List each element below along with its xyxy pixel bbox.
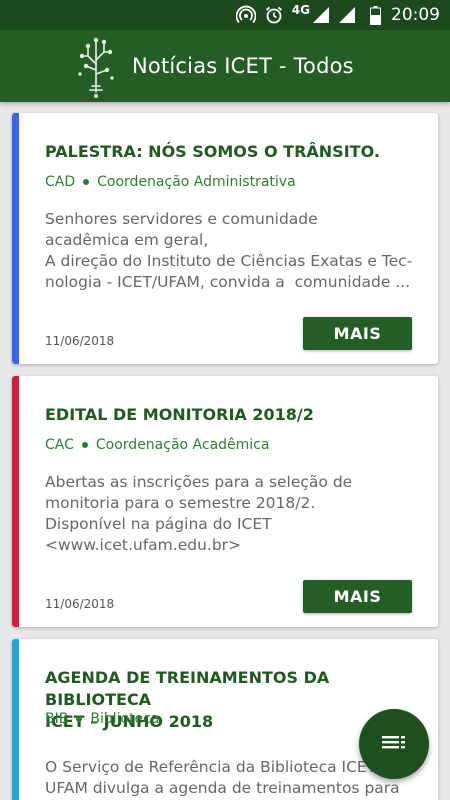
more-button[interactable]: MAIS <box>303 317 412 350</box>
icet-logo <box>78 37 114 98</box>
wifi-signal-icon <box>338 6 356 24</box>
news-excerpt: Abertas as inscrições para a seleção de m… <box>45 473 353 554</box>
filter-fab-button[interactable] <box>359 709 429 779</box>
department-name: Coordenação Acadêmica <box>95 437 270 453</box>
status-bar: 4G 20:09 <box>0 0 450 30</box>
clock: 20:09 <box>391 5 440 25</box>
separator-dot <box>76 716 83 722</box>
news-card[interactable]: EDITAL DE MONITORIA 2018/2 CAC Coordenaç… <box>12 376 438 627</box>
department-code: CAC <box>45 437 74 453</box>
news-feed[interactable]: PALESTRA: NÓS SOMOS O TRÂNSITO. CAD Coor… <box>0 102 450 800</box>
more-button[interactable]: MAIS <box>303 580 412 613</box>
category-stripe <box>12 113 19 364</box>
category-stripe <box>12 376 19 627</box>
alarm-icon <box>264 5 284 25</box>
news-excerpt: O Serviço de Referência da Biblioteca IC… <box>45 758 400 797</box>
signal-icon: 4G <box>291 3 330 24</box>
page-title: Notícias ICET - Todos <box>132 54 354 78</box>
news-title[interactable]: EDITAL DE MONITORIA 2018/2 <box>45 404 418 426</box>
department-code: CAD <box>45 174 76 190</box>
hotspot-icon <box>235 5 256 25</box>
app-bar: Notícias ICET - Todos <box>0 30 450 102</box>
news-title[interactable]: PALESTRA: NÓS SOMOS O TRÂNSITO. <box>45 141 418 163</box>
news-date: 11/06/2018 <box>45 334 115 348</box>
news-department: CAD Coordenação Administrativa <box>45 174 296 190</box>
filter-list-icon <box>382 736 405 749</box>
department-name: Biblioteca <box>90 711 160 727</box>
news-card[interactable]: PALESTRA: NÓS SOMOS O TRÂNSITO. CAD Coor… <box>12 113 438 364</box>
news-department: BIB Biblioteca <box>45 711 159 727</box>
battery-icon <box>370 5 381 25</box>
separator-dot <box>81 442 88 448</box>
network-type: 4G <box>291 3 310 17</box>
news-excerpt: Senhores servidores e comunidade acadêmic… <box>45 210 413 291</box>
category-stripe <box>12 639 19 800</box>
news-department: CAC Coordenação Acadêmica <box>45 437 269 453</box>
department-code: BIB <box>45 711 69 727</box>
separator-dot <box>83 179 90 185</box>
news-date: 11/06/2018 <box>45 597 115 611</box>
department-name: Coordenação Administrativa <box>97 174 296 190</box>
